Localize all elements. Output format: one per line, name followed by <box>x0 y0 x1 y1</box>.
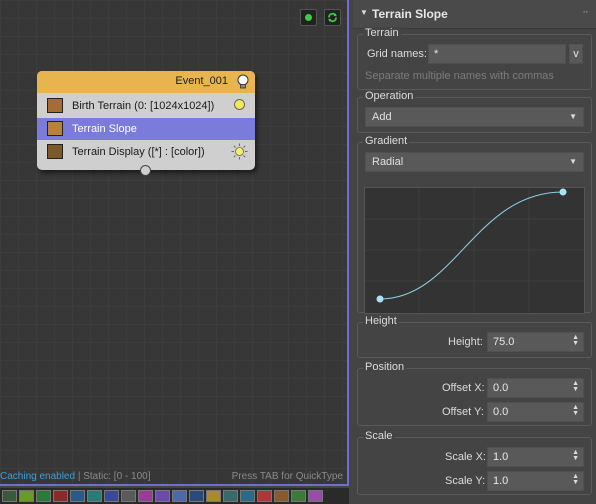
script-icon[interactable] <box>206 490 221 502</box>
spinner-arrows-icon[interactable]: ▲ ▼ <box>572 380 579 393</box>
height-value: 75.0 <box>493 336 515 348</box>
gradient-curve-editor[interactable] <box>364 187 585 314</box>
offset-x-spinner[interactable]: 0.0 ▲ ▼ <box>487 378 584 398</box>
operator-label: Terrain Display ([*] : [color]) <box>72 146 205 158</box>
gradient-curve <box>379 191 564 300</box>
operation-dropdown[interactable]: Add ▼ <box>365 107 584 127</box>
chevron-down-icon: ▼ <box>569 157 577 166</box>
spawn-icon[interactable] <box>308 490 323 502</box>
operator-label: Birth Terrain (0: [1024x1024]) <box>72 100 215 112</box>
curve-start-handle[interactable] <box>376 295 384 303</box>
operator-row-birth-terrain[interactable]: Birth Terrain (0: [1024x1024]) <box>37 95 255 117</box>
gradient-group: Gradient Radial ▼ <box>357 135 592 314</box>
scale-x-spinner[interactable]: 1.0 ▲ ▼ <box>487 447 584 467</box>
green-dot-icon <box>305 14 312 21</box>
render-icon[interactable] <box>240 490 255 502</box>
collision-icon[interactable] <box>257 490 272 502</box>
height-group-title: Height <box>363 315 399 327</box>
position-icon[interactable] <box>70 490 85 502</box>
caching-text: Caching enabled <box>0 471 76 482</box>
spinner-arrows-icon[interactable]: ▲ ▼ <box>572 473 579 486</box>
cache-icon[interactable] <box>274 490 289 502</box>
sun-bulb-icon[interactable] <box>231 143 248 160</box>
status-caching: Caching enabled | Static: [0 - 100] <box>0 471 151 482</box>
birth-icon[interactable] <box>19 490 34 502</box>
gradient-type-dropdown[interactable]: Radial ▼ <box>365 152 584 172</box>
operator-row-terrain-slope[interactable]: Terrain Slope <box>37 118 255 140</box>
spin-icon[interactable] <box>138 490 153 502</box>
graph-viewport[interactable]: Event_001 Birth Terrain (0: [1024x1024])… <box>0 0 349 486</box>
terrain-slope-icon <box>47 121 63 136</box>
speed-icon[interactable] <box>121 490 136 502</box>
spinner-arrows-icon[interactable]: ▲ ▼ <box>572 334 579 347</box>
grid-names-label: Grid names: <box>367 48 427 60</box>
scale-group-title: Scale <box>363 430 395 442</box>
terrain-group-title: Terrain <box>363 27 401 39</box>
height-group: Height Height: 75.0 ▲ ▼ <box>357 315 592 358</box>
event-title: Event_001 <box>175 75 228 87</box>
status-separator: | <box>77 471 81 482</box>
yellow-dot-icon <box>234 99 245 110</box>
display-icon[interactable] <box>223 490 238 502</box>
chevron-down-icon: ▼ <box>569 112 577 121</box>
spinner-arrows-icon[interactable]: ▲ ▼ <box>572 404 579 417</box>
gradient-type-value: Radial <box>372 156 404 168</box>
test-icon[interactable] <box>291 490 306 502</box>
operator-row-terrain-display[interactable]: Terrain Display ([*] : [color]) <box>37 141 255 163</box>
grid-names-input[interactable]: * <box>428 44 566 64</box>
delete-icon[interactable] <box>53 490 68 502</box>
operation-group-title: Operation <box>363 90 416 102</box>
event-output-port[interactable] <box>140 165 151 176</box>
operation-group: Operation Add ▼ <box>357 90 592 133</box>
static-range-text: Static: [0 - 100] <box>83 471 151 482</box>
height-label: Height: <box>448 336 483 348</box>
scale-x-label: Scale X: <box>445 451 486 463</box>
scale-icon[interactable] <box>155 490 170 502</box>
offset-y-spinner[interactable]: 0.0 ▲ ▼ <box>487 402 584 422</box>
offset-y-label: Offset Y: <box>442 406 484 418</box>
material-icon[interactable] <box>172 490 187 502</box>
position-group-title: Position <box>363 361 407 373</box>
scale-y-label: Scale Y: <box>445 475 486 487</box>
scale-group: Scale Scale X: 1.0 ▲ ▼ Scale Y: 1.0 ▲ ▼ <box>357 430 592 495</box>
operator-label: Terrain Slope <box>72 123 137 135</box>
scale-x-value: 1.0 <box>493 451 509 463</box>
run-toggle-button[interactable] <box>300 9 317 26</box>
gradient-group-title: Gradient <box>363 135 410 147</box>
event-node[interactable]: Event_001 Birth Terrain (0: [1024x1024])… <box>37 71 255 176</box>
force-icon[interactable] <box>104 490 119 502</box>
birth-terrain-icon <box>47 98 63 113</box>
height-spinner[interactable]: 75.0 ▲ ▼ <box>487 332 584 352</box>
refresh-icon <box>328 13 337 22</box>
lightbulb-icon[interactable] <box>236 74 250 90</box>
spinner-arrows-icon[interactable]: ▲ ▼ <box>572 449 579 462</box>
terrain-display-icon <box>47 144 63 159</box>
panel-title: Terrain Slope <box>372 7 448 21</box>
operation-value: Add <box>372 111 392 123</box>
grid-icon[interactable] <box>2 490 17 502</box>
panel-header[interactable]: ▼ Terrain Slope ▪▪ <box>353 0 596 29</box>
scale-y-spinner[interactable]: 1.0 ▲ ▼ <box>487 471 584 491</box>
terrain-group: Terrain Grid names: * v Separate multipl… <box>357 27 592 90</box>
operator-toolbar <box>0 488 349 504</box>
curve-end-handle[interactable] <box>559 188 567 196</box>
panel-grip-icon[interactable]: ▪▪ <box>583 9 588 16</box>
grid-names-pick-button[interactable]: v <box>569 44 583 64</box>
collapse-arrow-icon[interactable]: ▼ <box>360 8 368 17</box>
offset-y-value: 0.0 <box>493 406 509 418</box>
mapping-icon[interactable] <box>189 490 204 502</box>
event-header[interactable]: Event_001 <box>37 71 255 93</box>
quicktype-hint: Press TAB for QuickType <box>231 471 343 482</box>
parameter-panel: ▼ Terrain Slope ▪▪ Terrain Grid names: *… <box>353 0 596 504</box>
grid-names-hint: Separate multiple names with commas <box>365 70 554 82</box>
birth-grid-icon[interactable] <box>36 490 51 502</box>
position-group: Position Offset X: 0.0 ▲ ▼ Offset Y: 0.0 … <box>357 361 592 426</box>
scale-y-value: 1.0 <box>493 475 509 487</box>
refresh-button[interactable] <box>324 9 341 26</box>
offset-x-value: 0.0 <box>493 382 509 394</box>
shape-icon[interactable] <box>87 490 102 502</box>
offset-x-label: Offset X: <box>442 382 485 394</box>
